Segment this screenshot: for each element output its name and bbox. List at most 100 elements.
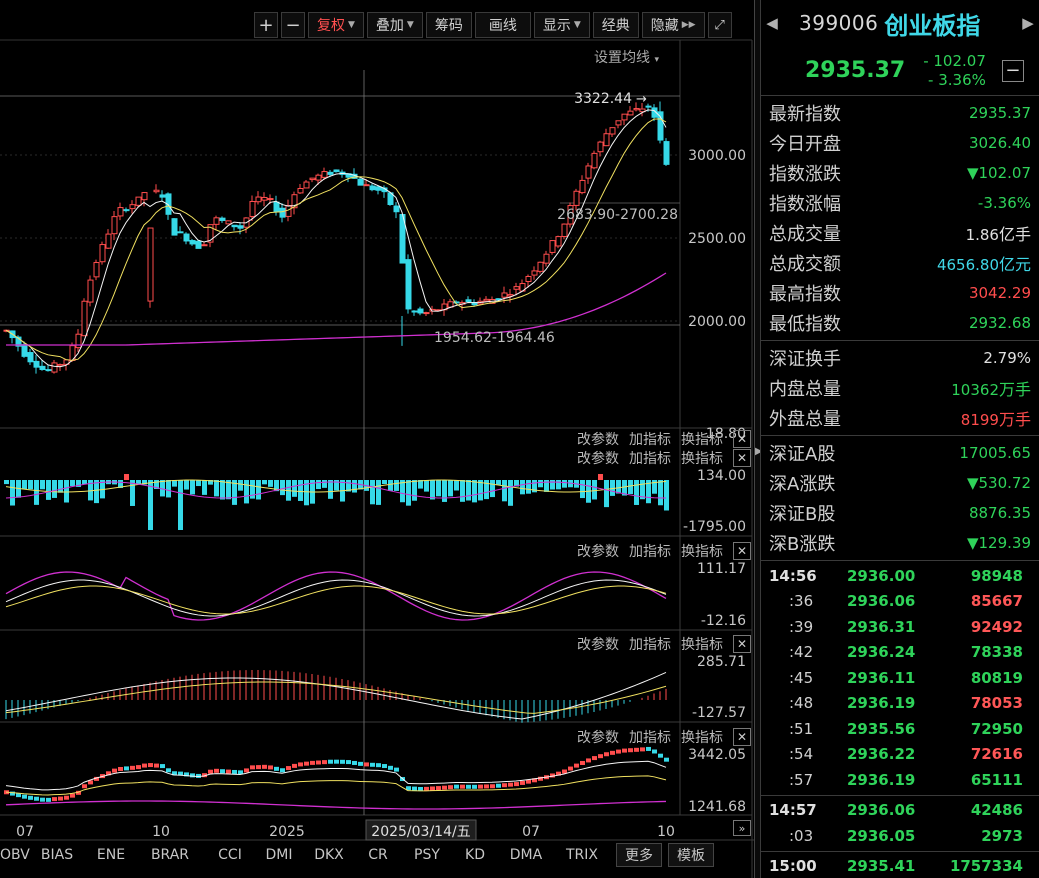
band-line: [5, 775, 667, 796]
stat-unit: 亿手: [998, 225, 1031, 244]
template-button[interactable]: 模板: [668, 843, 714, 867]
fullscreen-icon[interactable]: ⤢: [707, 12, 732, 38]
stat-label: 总成交额: [769, 254, 841, 275]
change-indicator-button[interactable]: 换指标: [681, 634, 723, 654]
tick-time: :45: [789, 668, 814, 687]
next-arrow-icon[interactable]: ▶: [1017, 14, 1039, 32]
subchart-4-controls: 改参数 加指标 换指标 ✕: [577, 727, 751, 747]
indicator-tab[interactable]: DMA: [498, 847, 554, 863]
stat-label: 深证换手: [769, 349, 841, 370]
change-indicator-button[interactable]: 换指标: [681, 448, 723, 468]
indicator-tab[interactable]: CR: [354, 847, 402, 863]
indicator-tab[interactable]: BIAS: [26, 847, 88, 863]
add-indicator-button[interactable]: 加指标: [629, 448, 671, 468]
candle-body: [315, 174, 322, 181]
x-tick-label: 10: [152, 824, 170, 840]
tick-row: :36 2936.06 85667: [761, 589, 1039, 615]
candle-body: [411, 310, 418, 313]
index-name: 创业板指: [884, 11, 981, 40]
mini-candle: [166, 768, 171, 773]
indicator-tab[interactable]: TRIX: [554, 847, 610, 863]
x-tick-label: 2025: [269, 824, 305, 840]
indicator-tab[interactable]: OBV: [0, 847, 30, 863]
tick-row: :03 2936.05 2973: [761, 823, 1039, 849]
fuquan-button[interactable]: 复权 ▼: [308, 12, 364, 38]
add-indicator-button[interactable]: 加指标: [629, 634, 671, 654]
close-icon[interactable]: ✕: [733, 635, 751, 653]
stat-row: 深证A股 17005.65: [761, 438, 1039, 468]
candle-body: [135, 196, 142, 206]
histogram-bar: [412, 480, 417, 501]
indicator-tab[interactable]: DKX: [304, 847, 354, 863]
candle-body: [501, 292, 508, 298]
indicator-tab[interactable]: ENE: [88, 847, 134, 863]
zoom-out-button[interactable]: −: [281, 12, 305, 38]
histogram-bar: [4, 480, 9, 485]
expand-right-icon[interactable]: »: [733, 820, 751, 836]
collapse-button[interactable]: −: [1001, 59, 1024, 82]
overlay-button[interactable]: 叠加 ▼: [366, 12, 423, 38]
stat-value: ▼129.39: [967, 534, 1031, 552]
candle-body: [309, 177, 316, 181]
stat-value: 3042.29: [969, 284, 1031, 302]
candle-body: [213, 217, 220, 225]
candle-body: [171, 218, 178, 236]
mini-candle: [304, 761, 309, 766]
change-indicator-button[interactable]: 换指标: [681, 727, 723, 747]
indicator-tab[interactable]: KD: [452, 847, 498, 863]
tick-time: :57: [789, 770, 814, 789]
mini-candle: [40, 797, 45, 802]
candle-body: [363, 184, 370, 187]
zoom-in-button[interactable]: +: [254, 12, 278, 38]
classic-button[interactable]: 经典: [592, 12, 639, 38]
edit-params-button[interactable]: 改参数: [577, 541, 619, 561]
stat-number: 17005.65: [959, 444, 1031, 462]
change-indicator-button[interactable]: 换指标: [681, 541, 723, 561]
mini-candle: [70, 793, 75, 798]
histogram-bar: [322, 480, 327, 488]
chip-button[interactable]: 筹码: [425, 12, 472, 38]
indicator-tab[interactable]: BRAR: [134, 847, 206, 863]
draw-line-button[interactable]: 画线: [474, 12, 531, 38]
hide-button[interactable]: 隐藏 ▶▶: [641, 12, 705, 38]
histogram-bar: [592, 480, 597, 500]
mini-candle: [256, 765, 261, 770]
price-row: 2935.37 - 102.07 - 3.36% −: [761, 46, 1039, 96]
tick-volume: 72950: [970, 719, 1023, 738]
candle-body: [369, 185, 376, 191]
candle-body: [141, 192, 148, 201]
more-button[interactable]: 更多: [616, 843, 662, 867]
edit-params-button[interactable]: 改参数: [577, 448, 619, 468]
tick-row: :51 2935.56 72950: [761, 716, 1039, 742]
tick-volume: 98948: [970, 566, 1023, 585]
close-icon[interactable]: ✕: [733, 728, 751, 746]
histogram-bar: [388, 480, 393, 491]
stat-row: 深证B股 8876.35: [761, 498, 1039, 528]
candle-body: [585, 165, 592, 179]
close-icon[interactable]: ✕: [733, 449, 751, 467]
stat-value: ▼530.72: [967, 474, 1031, 492]
histogram-bar: [430, 480, 435, 500]
histogram-bar: [436, 480, 441, 497]
edit-params-button[interactable]: 改参数: [577, 634, 619, 654]
index-code: 399006: [799, 11, 879, 35]
candle-body: [45, 369, 52, 372]
stat-number: 3026.40: [968, 134, 1031, 152]
stat-number: 2.79%: [983, 349, 1031, 367]
histogram-bar: [52, 480, 57, 498]
indicator-tab[interactable]: CCI: [206, 847, 254, 863]
add-indicator-button[interactable]: 加指标: [629, 541, 671, 561]
indicator-tab[interactable]: DMI: [254, 847, 304, 863]
mini-candle: [652, 749, 657, 754]
close-icon[interactable]: ✕: [733, 542, 751, 560]
mini-candle: [472, 784, 477, 789]
edit-params-button[interactable]: 改参数: [577, 727, 619, 747]
prev-arrow-icon[interactable]: ◀: [761, 14, 783, 32]
ma-setting-link[interactable]: 设置均线 ▾: [594, 47, 659, 67]
candle-body: [303, 181, 310, 189]
histogram-bar: [184, 480, 189, 490]
mini-candle: [28, 795, 33, 800]
display-button[interactable]: 显示 ▼: [533, 12, 590, 38]
add-indicator-button[interactable]: 加指标: [629, 727, 671, 747]
indicator-tab[interactable]: PSY: [402, 847, 452, 863]
